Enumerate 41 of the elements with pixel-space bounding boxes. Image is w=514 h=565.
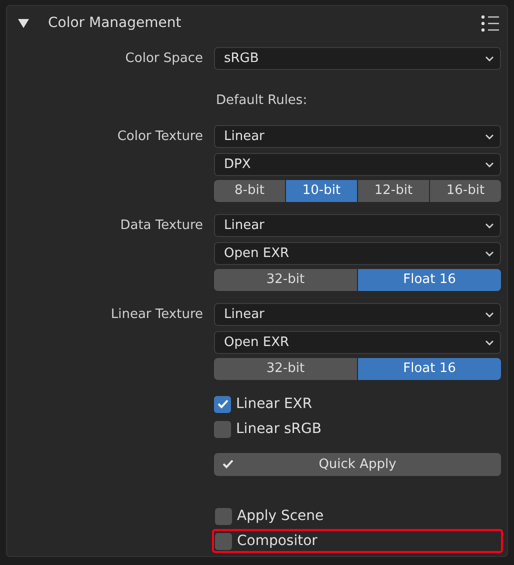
section-label: Default Rules:	[216, 93, 308, 108]
bit-depth-tab[interactable]: Float 16	[358, 358, 501, 380]
list-menu-icon[interactable]	[481, 14, 499, 32]
field-label: Color Space	[125, 50, 203, 66]
checkmark-icon	[216, 399, 228, 409]
bit-depth-tab[interactable]: 32-bit	[214, 269, 357, 291]
chevron-down-icon	[485, 134, 494, 140]
checkbox-label: Linear EXR	[236, 394, 312, 414]
quick-apply-button[interactable]: Quick Apply	[214, 453, 501, 476]
checkbox-label: Linear sRGB	[236, 420, 322, 438]
dropdown[interactable]: Linear	[214, 125, 501, 148]
panel-title: Color Management	[48, 14, 182, 32]
bit-depth-tab[interactable]: 8-bit	[214, 180, 285, 202]
dropdown[interactable]: Linear	[214, 214, 501, 237]
dropdown[interactable]: Linear	[214, 303, 501, 326]
checkbox[interactable]	[214, 420, 231, 438]
bit-depth-tab[interactable]: 10-bit	[286, 180, 357, 202]
checkbox[interactable]	[215, 508, 232, 524]
bit-depth-tab[interactable]: 12-bit	[358, 180, 429, 202]
chevron-down-icon	[485, 312, 494, 318]
dropdown[interactable]: DPX	[214, 153, 501, 176]
chevron-down-icon	[485, 162, 494, 168]
checkbox-label: Compositor	[237, 532, 318, 550]
dropdown[interactable]: Open EXR	[214, 331, 501, 354]
checkmark-icon	[222, 459, 234, 469]
dropdown[interactable]: Open EXR	[214, 242, 501, 265]
chevron-down-icon	[485, 250, 494, 256]
bit-depth-tab[interactable]: 16-bit	[430, 180, 501, 202]
collapse-triangle-icon[interactable]	[18, 18, 28, 28]
checkbox-label: Apply Scene	[237, 506, 324, 526]
chevron-down-icon	[485, 222, 494, 228]
bit-depth-tab[interactable]: 32-bit	[214, 358, 357, 380]
bit-depth-tab[interactable]: Float 16	[358, 269, 501, 291]
field-label: Color Texture	[117, 128, 203, 144]
chevron-down-icon	[485, 56, 494, 62]
checkbox[interactable]	[215, 532, 232, 550]
checkbox[interactable]	[214, 396, 231, 412]
dropdown[interactable]: sRGB	[214, 47, 501, 70]
chevron-down-icon	[485, 340, 494, 346]
field-label: Data Texture	[120, 218, 203, 233]
field-label: Linear Texture	[110, 306, 203, 322]
